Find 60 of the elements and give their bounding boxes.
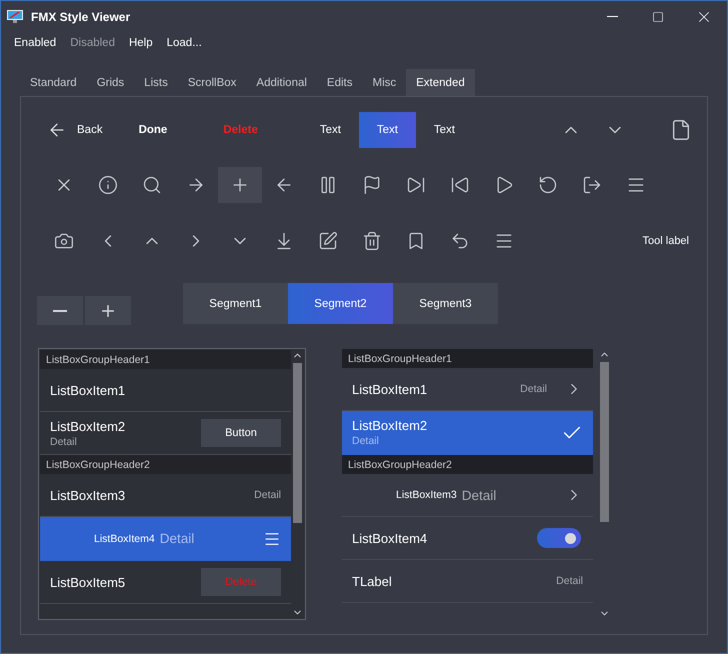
- back-button[interactable]: Back: [39, 112, 111, 148]
- list-item[interactable]: ListBoxItem2 Detail: [342, 411, 593, 455]
- list-item[interactable]: ListBoxItem2 Detail Button: [40, 412, 291, 455]
- item-label: TLabel: [352, 574, 392, 588]
- item-detail: Detail: [462, 488, 496, 502]
- tab[interactable]: Lists: [134, 69, 178, 96]
- list-item[interactable]: TLabel Detail: [342, 560, 593, 603]
- item-label: ListBoxItem4: [352, 530, 428, 546]
- minus-icon: [53, 310, 67, 312]
- app-icon: [7, 10, 23, 24]
- tab[interactable]: Additional: [246, 69, 317, 96]
- item-detail: Detail: [254, 489, 281, 501]
- plus-button[interactable]: [85, 296, 131, 325]
- scrollbar-thumb[interactable]: [292, 363, 302, 523]
- menu-item[interactable]: Help: [122, 37, 160, 49]
- group-header: ListBoxGroupHeader1: [40, 350, 291, 369]
- toggle-switch[interactable]: [537, 528, 581, 548]
- segment-button[interactable]: Segment2: [288, 283, 393, 324]
- done-button[interactable]: Done: [130, 112, 176, 148]
- item-label: ListBoxItem3: [396, 489, 457, 501]
- tab[interactable]: Grids: [86, 69, 134, 96]
- list-item[interactable]: ListBoxItem4: [342, 517, 593, 560]
- menu-item[interactable]: Enabled: [7, 37, 64, 49]
- menu-item[interactable]: Load...: [160, 37, 209, 49]
- item-detail: Detail: [160, 531, 194, 546]
- group-header: ListBoxGroupHeader1: [342, 349, 593, 368]
- tab[interactable]: ScrollBox: [178, 69, 246, 96]
- text-segment[interactable]: Text: [416, 112, 473, 148]
- item-label: ListBoxItem1: [50, 382, 126, 398]
- list-item[interactable]: ListBoxItem3 Detail: [342, 474, 593, 517]
- item-label: ListBoxItem1: [352, 382, 428, 396]
- text-segment[interactable]: Text: [358, 112, 416, 148]
- segment-button[interactable]: Segment3: [393, 283, 498, 324]
- list-item-button[interactable]: Button: [201, 419, 281, 447]
- segment-button[interactable]: Segment1: [183, 283, 288, 324]
- list-item[interactable]: ListBoxItem5 Delete: [40, 561, 291, 604]
- item-detail: Detail: [520, 383, 547, 395]
- item-label: ListBoxItem2: [352, 418, 428, 433]
- item-detail: Detail: [556, 575, 583, 587]
- tab[interactable]: Extended: [406, 69, 475, 96]
- tab[interactable]: Misc: [362, 69, 406, 96]
- maximize-icon[interactable]: [652, 10, 664, 22]
- item-label: ListBoxItem2: [50, 418, 126, 434]
- list-item[interactable]: ListBoxItem1: [40, 369, 291, 412]
- item-label: ListBoxItem5: [50, 574, 126, 590]
- scrollbar-thumb[interactable]: [600, 362, 608, 522]
- tab[interactable]: Standard: [20, 69, 87, 96]
- tab[interactable]: Edits: [316, 69, 362, 96]
- item-detail: Detail: [352, 435, 380, 447]
- minus-button[interactable]: [37, 296, 83, 325]
- item-detail: Detail: [50, 436, 78, 448]
- item-label: ListBoxItem3: [50, 488, 126, 502]
- text-segment[interactable]: Text: [302, 112, 359, 148]
- minimize-icon[interactable]: [606, 16, 618, 17]
- tool-label: Tool label: [642, 235, 689, 247]
- group-header: ListBoxGroupHeader2: [40, 455, 291, 474]
- list-item[interactable]: ListBoxItem4 Detail: [40, 517, 291, 561]
- item-label: ListBoxItem4: [94, 532, 155, 544]
- window-title: FMX Style Viewer: [31, 10, 132, 24]
- group-header: ListBoxGroupHeader2: [342, 455, 593, 474]
